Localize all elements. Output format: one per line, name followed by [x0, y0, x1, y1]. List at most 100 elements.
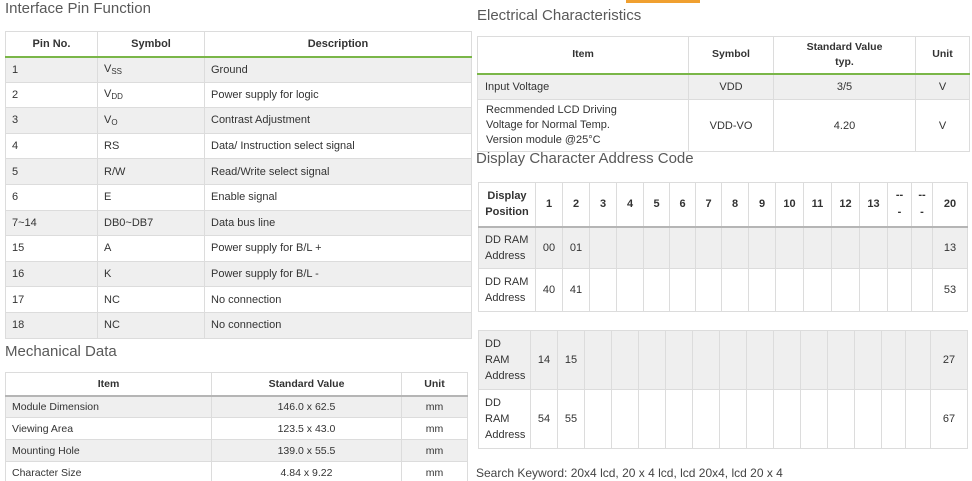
address-cell: 54 [530, 389, 558, 449]
pin-row: 3 VO Contrast Adjustment [5, 107, 472, 134]
address-row-label-line: DD [485, 338, 501, 350]
elec-header-std-line1: Standard Value [806, 40, 883, 53]
pin-header-row: Pin No. Symbol Description [5, 31, 472, 58]
mech-unit: mm [401, 439, 468, 462]
top-accent-strip [626, 0, 700, 3]
pin-description: Ground [204, 56, 472, 83]
address-row-label-line: Address [485, 429, 526, 441]
pin-row: 5 R/W Read/Write select signal [5, 158, 472, 185]
address-cell [746, 389, 774, 449]
address-column-header: 11 [803, 182, 832, 228]
elec-unit: V [915, 99, 970, 152]
address-row-label-line: DD RAM [485, 233, 529, 246]
pin-header-symbol: Symbol [97, 31, 205, 58]
address-cell [887, 226, 912, 269]
address-header-first: Display Position [478, 182, 536, 228]
pin-symbol-text: A [104, 242, 112, 255]
pin-symbol-text: NC [104, 293, 120, 306]
address-cell [831, 268, 860, 312]
address-column-header-line: 13 [867, 197, 880, 210]
pin-row: 1 VSS Ground [5, 56, 472, 83]
pin-description: Read/Write select signal [204, 158, 472, 185]
address-column-header-line: 3 [599, 197, 607, 210]
address-cell [721, 268, 749, 312]
address-row-label-line: Address [485, 370, 526, 382]
address-cell: 55 [557, 389, 585, 449]
address-cell [692, 330, 720, 390]
elec-value: 3/5 [773, 73, 916, 100]
address-column-header: 8 [721, 182, 749, 228]
mech-header-row: Item Standard Value Unit [5, 372, 468, 397]
pin-row: 7~14 DB0~DB7 Data bus line [5, 209, 472, 237]
address-cell [665, 389, 693, 449]
pin-number: 17 [5, 286, 98, 313]
address-column-header: 7 [695, 182, 722, 228]
pin-row: 16 K Power supply for B/L - [5, 260, 472, 288]
pin-number: 5 [5, 158, 98, 185]
mechanical-data-title: Mechanical Data [5, 343, 117, 360]
mech-row: Module Dimension 146.0 x 62.5 mm [5, 395, 468, 418]
mech-unit: mm [401, 417, 468, 440]
address-cell: 01 [562, 226, 590, 269]
pin-number: 6 [5, 183, 98, 211]
address-header-line: Position [485, 206, 529, 219]
mech-value: 123.5 x 43.0 [211, 417, 402, 440]
address-row-label-line: DD [485, 397, 501, 409]
pin-symbol: NC [97, 286, 205, 313]
address-cell [800, 330, 828, 390]
address-cell [775, 226, 804, 269]
address-column-header-line: 2 [572, 197, 580, 210]
pin-description: Power supply for logic [204, 81, 472, 109]
mech-unit: mm [401, 395, 468, 418]
mech-value: 139.0 x 55.5 [211, 439, 402, 462]
pin-description: Power supply for B/L + [204, 235, 472, 262]
address-row-label-line: RAM [485, 354, 510, 366]
address-table-1: Display Position 1 2 3 4 5 6 7 8 9 10 11 12 13 -- - -- -… [478, 182, 968, 312]
pin-symbol: RS [97, 132, 205, 160]
address-cell [803, 268, 832, 312]
address-row-label: DD RAM Address [478, 268, 536, 312]
pin-symbol-subscript: O [111, 117, 118, 127]
address-cell [854, 330, 882, 390]
address-cell [643, 268, 670, 312]
address-column-header-line: 8 [731, 197, 739, 210]
address-column-header-line: - [920, 206, 924, 219]
address-cell [589, 226, 617, 269]
elec-header-item: Item [477, 36, 689, 75]
pin-number: 7~14 [5, 209, 98, 237]
pin-number: 15 [5, 235, 98, 262]
pin-function-title: Interface Pin Function [5, 0, 151, 17]
elec-item-line: Voltage for Normal Temp. [486, 119, 610, 131]
address-row: DD RAM Address 00 01 13 [478, 226, 968, 269]
pin-header-description: Description [204, 31, 472, 58]
pin-symbol: E [97, 183, 205, 211]
address-column-header: 10 [775, 182, 804, 228]
address-cell [803, 226, 832, 269]
mechanical-data-table: Item Standard Value Unit Module Dimensio… [5, 372, 468, 481]
address-cell: 40 [535, 268, 563, 312]
address-cell [721, 226, 749, 269]
address-cell: 53 [932, 268, 968, 312]
address-cell: 67 [930, 389, 968, 449]
address-column-header-line: - [897, 206, 902, 219]
address-cell [584, 389, 612, 449]
address-cell [859, 268, 888, 312]
address-column-header: 20 [932, 182, 968, 228]
address-cell [695, 268, 722, 312]
address-column-header: 2 [562, 182, 590, 228]
address-row-label: DD RAM Address [478, 389, 531, 449]
address-column-header: 6 [669, 182, 696, 228]
pin-number: 18 [5, 311, 98, 339]
address-cell [911, 226, 933, 269]
address-cell [748, 268, 776, 312]
elec-header-standard-value: Standard Value typ. [773, 36, 916, 75]
pin-row: 2 VDD Power supply for logic [5, 81, 472, 109]
address-cell [773, 330, 801, 390]
pin-symbol: K [97, 260, 205, 288]
address-cell [905, 389, 931, 449]
address-cell [854, 389, 882, 449]
elec-item: Recmmended LCD Driving Voltage for Norma… [477, 99, 689, 152]
address-cell [611, 330, 639, 390]
mech-header-unit: Unit [401, 372, 468, 397]
address-row-label-line: Address [485, 292, 526, 304]
